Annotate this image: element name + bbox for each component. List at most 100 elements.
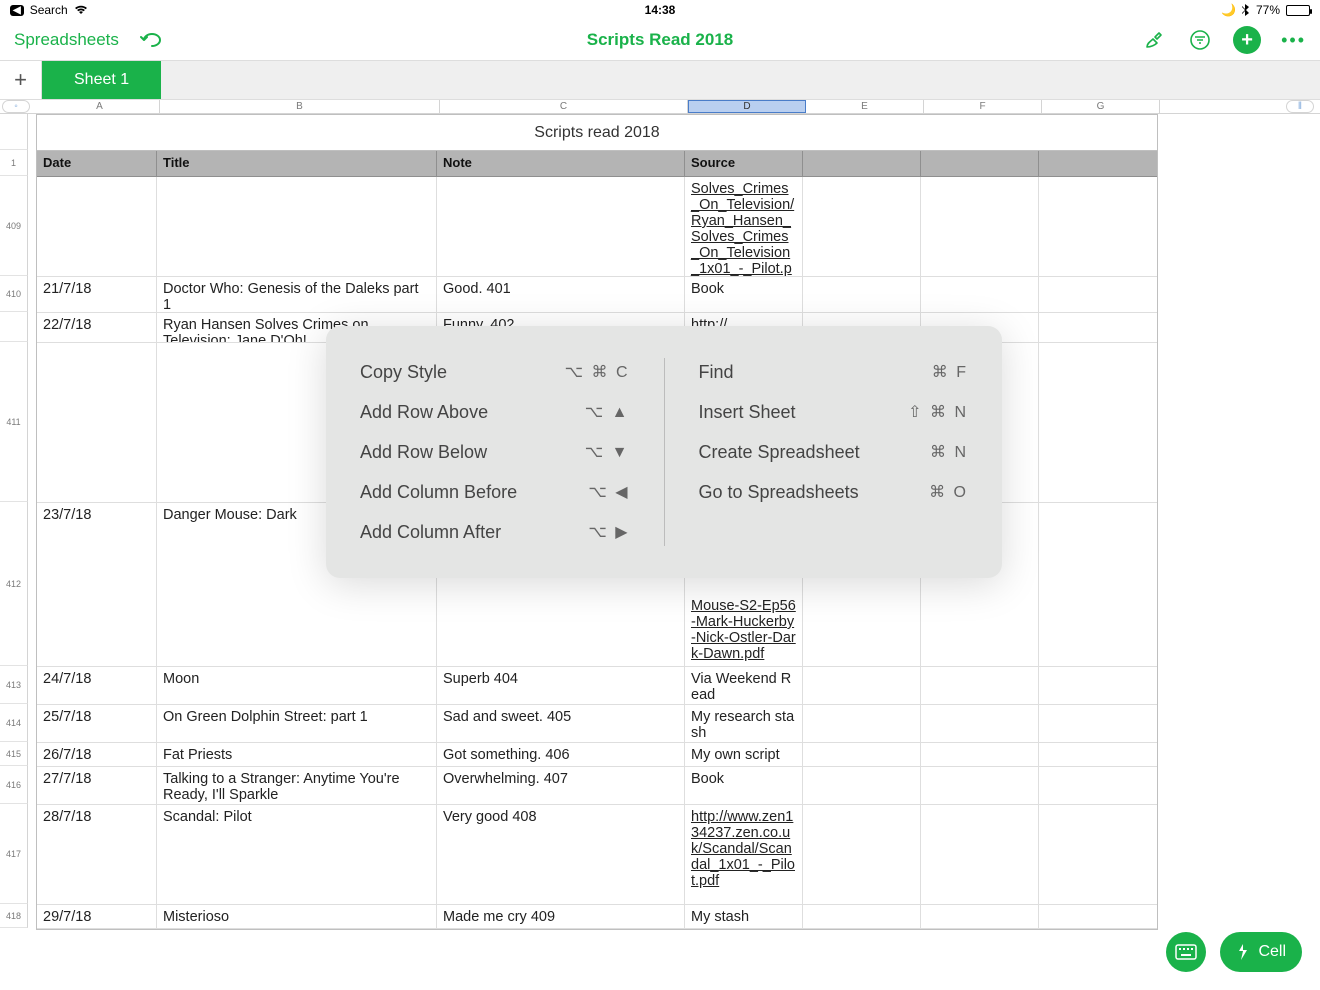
cell-title[interactable]: Doctor Who: Genesis of the Daleks part 1 <box>157 277 437 312</box>
cell-date[interactable]: 23/7/18 <box>37 503 157 666</box>
cell-e[interactable] <box>803 705 921 742</box>
cell-note[interactable]: Very good 408 <box>437 805 685 904</box>
col-header-f[interactable]: F <box>924 100 1042 113</box>
row-header[interactable]: 409 <box>0 176 28 276</box>
table-row[interactable]: 28/7/18 Scandal: Pilot Very good 408 htt… <box>37 805 1157 905</box>
row-header[interactable]: 418 <box>0 904 28 928</box>
cell-f[interactable] <box>921 743 1039 766</box>
cell-f[interactable] <box>921 667 1039 704</box>
format-brush-icon[interactable] <box>1141 27 1167 53</box>
cell-f[interactable] <box>921 905 1039 928</box>
status-left[interactable]: ◀ Search <box>10 3 88 17</box>
table-title[interactable]: Scripts read 2018 <box>37 115 1157 151</box>
cell-e[interactable] <box>803 177 921 276</box>
header-title[interactable]: Title <box>157 151 437 176</box>
row-header[interactable]: 1 <box>0 150 28 176</box>
back-to-app-label[interactable]: Search <box>30 3 68 17</box>
header-e[interactable] <box>803 151 921 176</box>
keyboard-button[interactable] <box>1166 932 1206 972</box>
row-header[interactable]: 413 <box>0 666 28 704</box>
header-date[interactable]: Date <box>37 151 157 176</box>
cell-f[interactable] <box>921 177 1039 276</box>
shortcut-item[interactable]: Go to Spreadsheets ⌘ O <box>699 472 969 512</box>
cell-date[interactable]: 21/7/18 <box>37 277 157 312</box>
cell-f[interactable] <box>921 705 1039 742</box>
header-note[interactable]: Note <box>437 151 685 176</box>
add-sheet-button[interactable]: + <box>0 61 42 99</box>
cell-g[interactable] <box>1039 277 1157 312</box>
cell-date[interactable]: 26/7/18 <box>37 743 157 766</box>
table-row[interactable]: 25/7/18 On Green Dolphin Street: part 1 … <box>37 705 1157 743</box>
row-header[interactable]: 410 <box>0 276 28 312</box>
cell-source[interactable]: My research stash <box>685 705 803 742</box>
cell-note[interactable]: Got something. 406 <box>437 743 685 766</box>
add-button[interactable]: + <box>1233 26 1261 54</box>
cell-date[interactable]: 28/7/18 <box>37 805 157 904</box>
cell-e[interactable] <box>803 277 921 312</box>
cell-g[interactable] <box>1039 743 1157 766</box>
cell-source[interactable]: Solves_Crimes_On_Television/Ryan_Hansen_… <box>685 177 803 276</box>
cell-g[interactable] <box>1039 343 1157 502</box>
cell-date[interactable] <box>37 343 157 502</box>
shortcut-item[interactable]: Create Spreadsheet ⌘ N <box>699 432 969 472</box>
header-source[interactable]: Source <box>685 151 803 176</box>
cell-date[interactable]: 29/7/18 <box>37 905 157 928</box>
row-header[interactable]: 411 <box>0 342 28 502</box>
col-header-b[interactable]: B <box>160 100 440 113</box>
back-to-spreadsheets[interactable]: Spreadsheets <box>14 30 119 50</box>
cell-note[interactable]: Superb 404 <box>437 667 685 704</box>
row-header[interactable]: 415 <box>0 742 28 766</box>
document-title[interactable]: Scripts Read 2018 <box>587 30 733 50</box>
cell-title[interactable]: Misterioso <box>157 905 437 928</box>
row-header[interactable] <box>0 312 28 342</box>
table-row[interactable]: 26/7/18 Fat Priests Got something. 406 M… <box>37 743 1157 767</box>
cell-note[interactable]: Made me cry 409 <box>437 905 685 928</box>
cell-g[interactable] <box>1039 667 1157 704</box>
cell-source[interactable]: Via Weekend Read <box>685 667 803 704</box>
table-row[interactable]: 24/7/18 Moon Superb 404 Via Weekend Read <box>37 667 1157 705</box>
more-menu-icon[interactable]: ••• <box>1281 30 1306 51</box>
cell-note[interactable]: Overwhelming. 407 <box>437 767 685 804</box>
row-header[interactable]: 417 <box>0 804 28 904</box>
cell-f[interactable] <box>921 805 1039 904</box>
table-row[interactable]: 29/7/18 Misterioso Made me cry 409 My st… <box>37 905 1157 929</box>
shortcut-item[interactable]: Add Row Below ⌥ ▼ <box>360 432 630 472</box>
cell-title[interactable]: On Green Dolphin Street: part 1 <box>157 705 437 742</box>
cell-e[interactable] <box>803 743 921 766</box>
shortcut-item[interactable]: Find ⌘ F <box>699 352 969 392</box>
cell-e[interactable] <box>803 905 921 928</box>
table-row[interactable]: 27/7/18 Talking to a Stranger: Anytime Y… <box>37 767 1157 805</box>
row-header[interactable]: 414 <box>0 704 28 742</box>
cell-g[interactable] <box>1039 177 1157 276</box>
origin-handle[interactable]: ◦ <box>2 100 30 113</box>
back-to-app-chip[interactable]: ◀ <box>10 5 24 16</box>
cell-date[interactable]: 22/7/18 <box>37 313 157 342</box>
cell-g[interactable] <box>1039 767 1157 804</box>
cell-date[interactable]: 25/7/18 <box>37 705 157 742</box>
col-header-a[interactable]: A <box>40 100 160 113</box>
cell-g[interactable] <box>1039 705 1157 742</box>
cell-title[interactable]: Moon <box>157 667 437 704</box>
cells-container[interactable]: Scripts read 2018 Date Title Note Source… <box>28 114 1320 990</box>
header-f[interactable] <box>921 151 1039 176</box>
col-header-c[interactable]: C <box>440 100 688 113</box>
cell-title[interactable]: Scandal: Pilot <box>157 805 437 904</box>
cell-source[interactable]: Book <box>685 767 803 804</box>
cell-e[interactable] <box>803 767 921 804</box>
shortcut-item[interactable]: Copy Style ⌥ ⌘ C <box>360 352 630 392</box>
cell-title[interactable] <box>157 177 437 276</box>
cell-source[interactable]: My stash <box>685 905 803 928</box>
cell-e[interactable] <box>803 667 921 704</box>
cell-f[interactable] <box>921 277 1039 312</box>
row-header[interactable]: 412 <box>0 502 28 666</box>
cell-date[interactable]: 27/7/18 <box>37 767 157 804</box>
header-g[interactable] <box>1039 151 1157 176</box>
shortcut-item[interactable]: Add Column After ⌥ ▶ <box>360 512 630 552</box>
cell-source[interactable]: My own script <box>685 743 803 766</box>
col-header-g[interactable]: G <box>1042 100 1160 113</box>
cell-note[interactable]: Good. 401 <box>437 277 685 312</box>
cell-note[interactable] <box>437 177 685 276</box>
shortcut-item[interactable]: Add Column Before ⌥ ◀ <box>360 472 630 512</box>
cell-title[interactable]: Fat Priests <box>157 743 437 766</box>
cell-source[interactable]: Book <box>685 277 803 312</box>
